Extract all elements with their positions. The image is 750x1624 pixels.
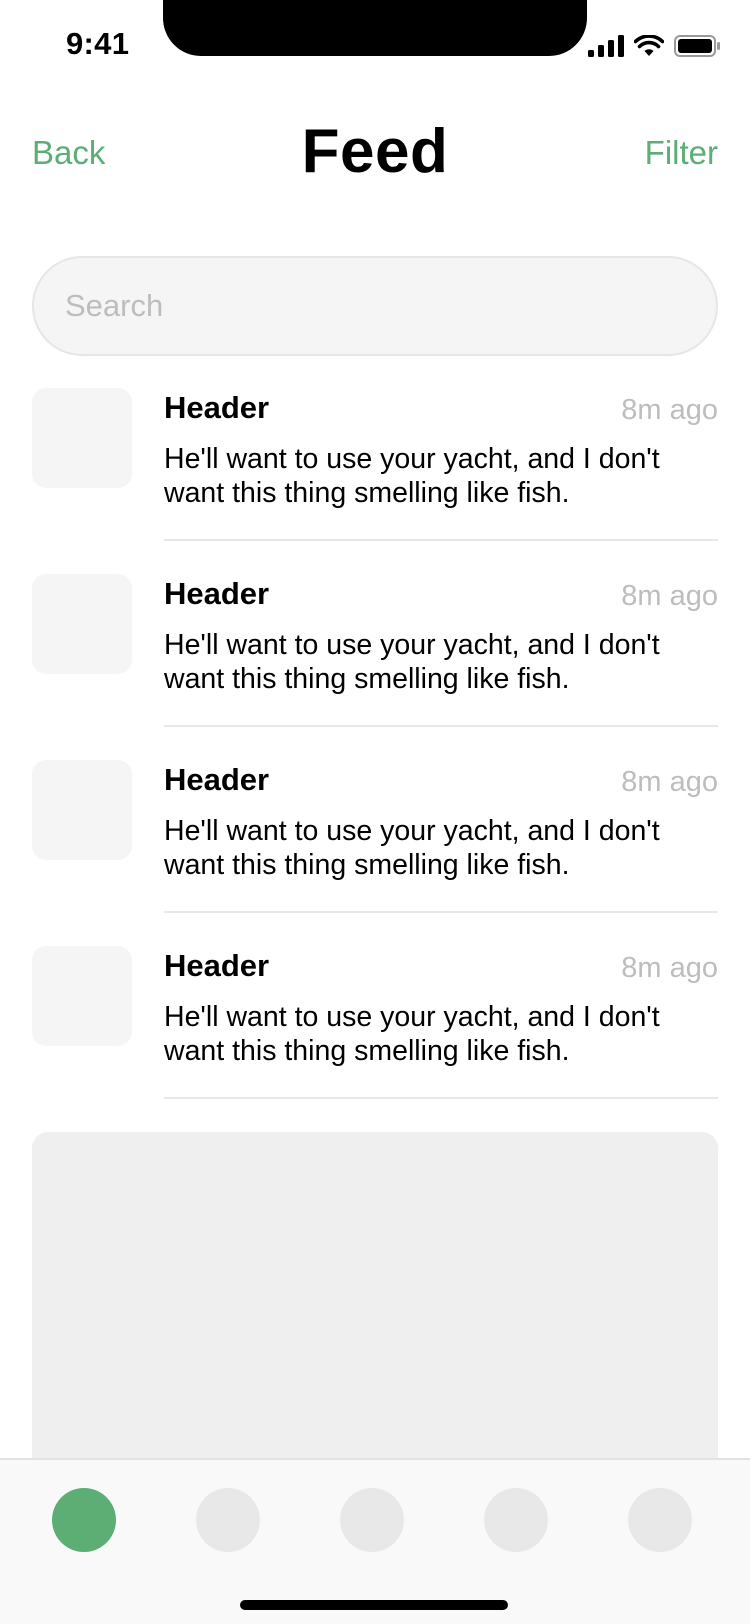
status-time: 9:41 (66, 26, 130, 61)
item-timestamp: 8m ago (621, 766, 718, 798)
battery-icon (674, 35, 720, 57)
item-header: Header (164, 948, 270, 983)
thumbnail-placeholder (32, 574, 132, 674)
item-timestamp: 8m ago (621, 580, 718, 612)
list-item[interactable]: Header 8m ago He'll want to use your yac… (0, 760, 750, 946)
search-bar (32, 256, 718, 356)
device-notch (163, 0, 587, 56)
tab-2[interactable] (196, 1488, 260, 1552)
thumbnail-placeholder (32, 946, 132, 1046)
thumbnail-placeholder (32, 388, 132, 488)
feed-screen: 9:41 Back Feed Filter Search Header 8m a… (0, 0, 750, 1624)
page-title: Feed (301, 117, 449, 186)
list-item[interactable]: Header 8m ago He'll want to use your yac… (0, 388, 750, 574)
divider (164, 911, 718, 913)
home-indicator (240, 1600, 508, 1610)
item-header: Header (164, 576, 270, 611)
wifi-icon (634, 35, 664, 56)
item-header: Header (164, 762, 270, 797)
tab-4[interactable] (484, 1488, 548, 1552)
item-body: He'll want to use your yacht, and I don'… (164, 629, 660, 695)
status-bar: 9:41 (0, 0, 750, 90)
feed-list: Header 8m ago He'll want to use your yac… (0, 388, 750, 1132)
item-timestamp: 8m ago (621, 394, 718, 426)
item-body: He'll want to use your yacht, and I don'… (164, 815, 660, 881)
item-header: Header (164, 390, 270, 425)
filter-button[interactable]: Filter (645, 134, 718, 172)
thumbnail-placeholder (32, 760, 132, 860)
item-timestamp: 8m ago (621, 952, 718, 984)
item-body: He'll want to use your yacht, and I don'… (164, 1001, 660, 1067)
divider (164, 1097, 718, 1099)
divider (164, 539, 718, 541)
nav-bar: Back Feed Filter (0, 110, 750, 200)
tab-5[interactable] (628, 1488, 692, 1552)
divider (164, 725, 718, 727)
search-input[interactable] (34, 258, 716, 354)
list-item[interactable]: Header 8m ago He'll want to use your yac… (0, 574, 750, 760)
list-item[interactable]: Header 8m ago He'll want to use your yac… (0, 946, 750, 1132)
item-body: He'll want to use your yacht, and I don'… (164, 443, 660, 509)
tab-bar (0, 1458, 750, 1624)
tab-3[interactable] (340, 1488, 404, 1552)
tab-1[interactable] (52, 1488, 116, 1552)
cellular-signal-icon (588, 35, 624, 57)
status-icons (588, 34, 720, 58)
